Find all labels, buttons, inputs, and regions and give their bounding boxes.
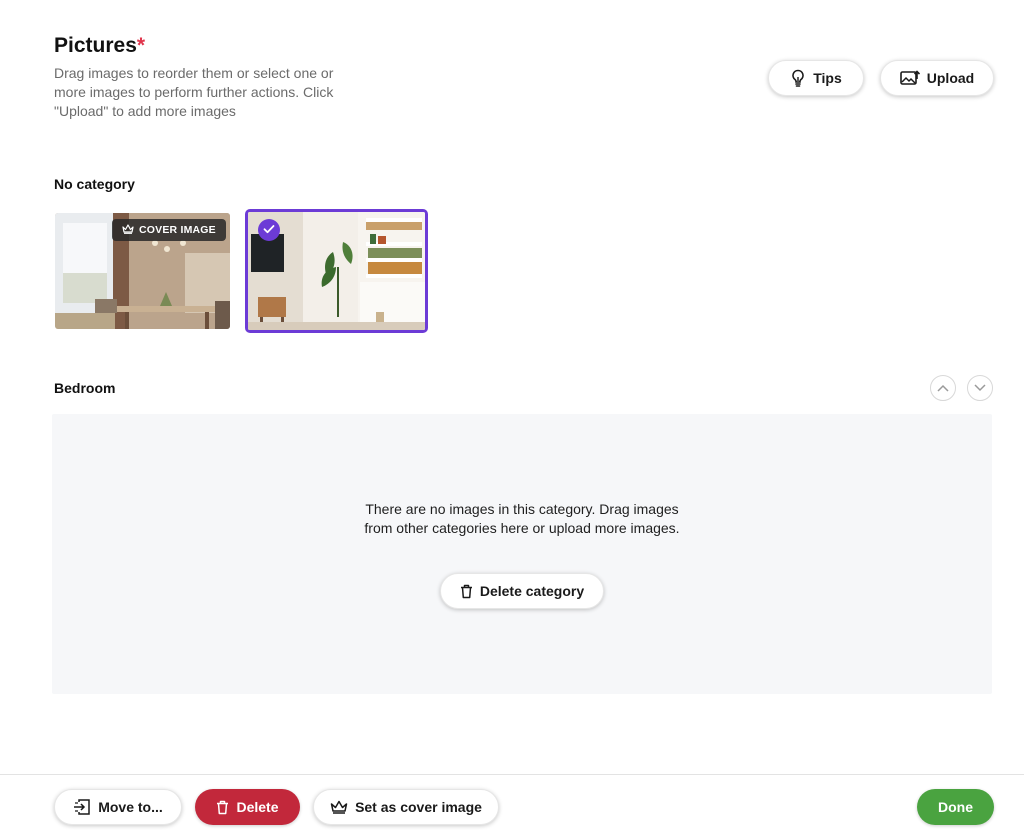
cover-badge-label: COVER IMAGE <box>139 224 216 236</box>
image-thumbnail-cover[interactable]: COVER IMAGE <box>55 213 230 329</box>
move-icon <box>73 798 91 816</box>
required-mark: * <box>136 34 146 57</box>
chevron-up-icon <box>937 379 949 397</box>
pictures-panel: Pictures* Drag images to reorder them or… <box>0 0 1024 774</box>
crown-icon <box>122 223 134 237</box>
bedroom-dropzone[interactable]: There are no images in this category. Dr… <box>52 414 992 694</box>
move-category-up-button[interactable] <box>930 375 956 401</box>
trash-icon <box>460 584 473 599</box>
title-text: Pictures <box>54 34 137 57</box>
move-category-down-button[interactable] <box>967 375 993 401</box>
chevron-down-icon <box>974 379 986 397</box>
action-footer: Move to... Delete Set as cover image Don… <box>0 774 1024 830</box>
upload-image-icon <box>899 70 920 86</box>
upload-label: Upload <box>926 70 975 86</box>
page-title: Pictures* <box>54 34 145 58</box>
delete-button[interactable]: Delete <box>195 789 300 825</box>
cover-image-badge: COVER IMAGE <box>112 219 226 241</box>
empty-category-message: There are no images in this category. Dr… <box>52 500 992 538</box>
page-description: Drag images to reorder them or select on… <box>54 65 334 119</box>
empty-message-line-1: There are no images in this category. Dr… <box>365 501 679 517</box>
upload-button[interactable]: Upload <box>880 60 994 96</box>
category-title-no-category: No category <box>54 176 135 192</box>
move-to-button[interactable]: Move to... <box>54 789 182 825</box>
category-title-bedroom: Bedroom <box>54 380 116 396</box>
set-cover-image-button[interactable]: Set as cover image <box>313 789 499 825</box>
done-label: Done <box>938 799 973 815</box>
move-to-label: Move to... <box>98 799 163 815</box>
check-icon <box>263 221 275 239</box>
tips-label: Tips <box>813 70 842 86</box>
done-button[interactable]: Done <box>917 789 994 825</box>
trash-icon <box>216 800 229 815</box>
delete-label: Delete <box>236 799 279 815</box>
bulb-icon <box>790 69 806 87</box>
crown-icon <box>330 800 348 814</box>
image-thumbnail-selected[interactable] <box>245 209 428 333</box>
tips-button[interactable]: Tips <box>768 60 864 96</box>
empty-message-line-2: from other categories here or upload mor… <box>364 520 680 536</box>
delete-category-button[interactable]: Delete category <box>440 573 604 609</box>
delete-category-label: Delete category <box>479 583 585 599</box>
selected-check-badge[interactable] <box>258 219 280 241</box>
set-cover-label: Set as cover image <box>355 799 482 815</box>
